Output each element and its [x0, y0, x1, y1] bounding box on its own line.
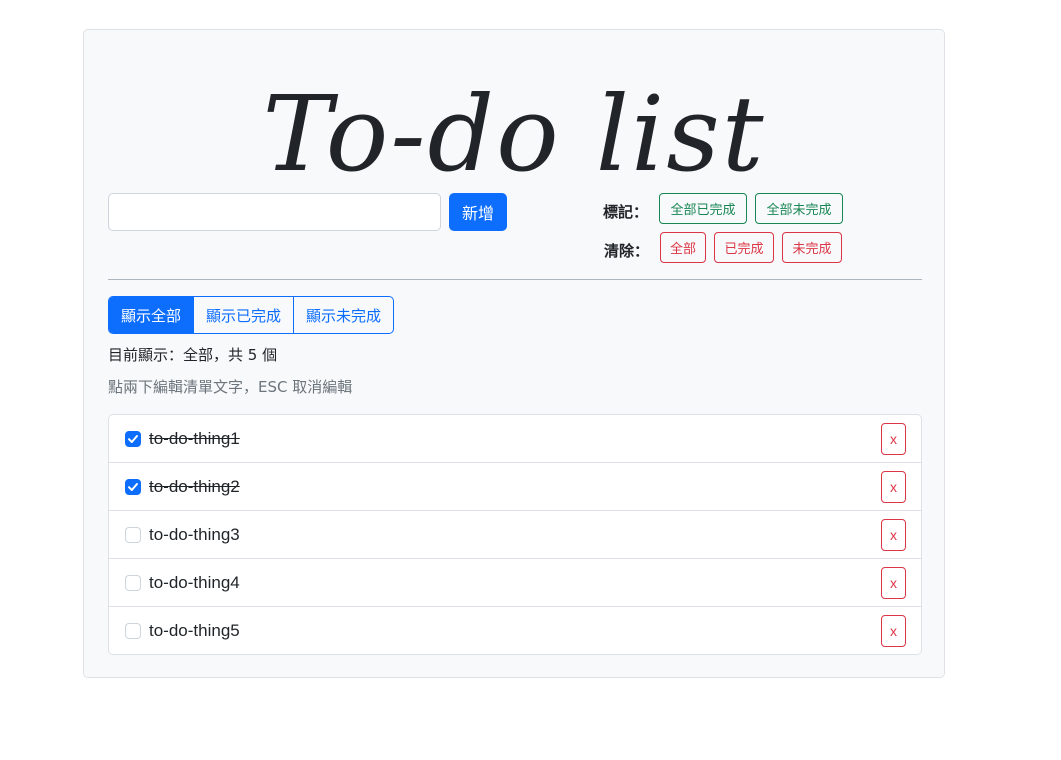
- list-item: to-do-thing2 x: [109, 462, 921, 510]
- list-item: to-do-thing1 x: [109, 415, 921, 462]
- todo-card: To-do list 新增 標記： 全部已完成 全部未完成 清除： 全部 已完成…: [83, 29, 945, 678]
- checkmark-icon: [128, 434, 138, 443]
- filter-button-group: 顯示全部 顯示已完成 顯示未完成: [108, 296, 395, 334]
- filter-all-button[interactable]: 顯示全部: [109, 297, 194, 333]
- done-checkbox[interactable]: [125, 430, 141, 447]
- delete-button[interactable]: x: [881, 614, 906, 647]
- item-text[interactable]: to-do-thing4: [149, 573, 240, 593]
- clear-label: 清除：: [604, 242, 650, 260]
- delete-button[interactable]: x: [881, 566, 906, 599]
- delete-button[interactable]: x: [881, 518, 906, 551]
- item-text[interactable]: to-do-thing3: [149, 525, 240, 545]
- item-text[interactable]: to-do-thing5: [149, 621, 240, 641]
- filter-undone-button[interactable]: 顯示未完成: [293, 297, 393, 333]
- done-checkbox[interactable]: [125, 622, 141, 639]
- page-title: To-do list: [262, 73, 766, 195]
- list-item: to-do-thing4 x: [109, 558, 921, 606]
- mark-all-undone-button[interactable]: 全部未完成: [755, 193, 843, 224]
- checkmark-icon: [128, 482, 138, 491]
- done-checkbox[interactable]: [125, 478, 141, 495]
- done-checkbox[interactable]: [125, 526, 141, 543]
- list-item: to-do-thing5 x: [109, 606, 921, 654]
- item-text[interactable]: to-do-thing1: [149, 429, 240, 449]
- status-text: 目前顯示：全部，共 5 個: [108, 346, 278, 364]
- hint-text: 點兩下編輯清單文字，ESC 取消編輯: [108, 378, 353, 396]
- delete-button[interactable]: x: [881, 422, 906, 455]
- item-text[interactable]: to-do-thing2: [149, 477, 240, 497]
- done-checkbox[interactable]: [125, 574, 141, 591]
- mark-label: 標記：: [603, 203, 649, 221]
- new-todo-input[interactable]: [108, 193, 441, 231]
- clear-all-button[interactable]: 全部: [660, 232, 706, 263]
- add-button[interactable]: 新增: [449, 193, 507, 231]
- todo-list: to-do-thing1 x to-do-thing2 x to-do-thin…: [108, 414, 922, 655]
- divider: [108, 279, 922, 280]
- clear-done-button[interactable]: 已完成: [714, 232, 774, 263]
- filter-done-button[interactable]: 顯示已完成: [193, 297, 293, 333]
- clear-undone-button[interactable]: 未完成: [782, 232, 842, 263]
- list-item: to-do-thing3 x: [109, 510, 921, 558]
- delete-button[interactable]: x: [881, 470, 906, 503]
- mark-all-done-button[interactable]: 全部已完成: [659, 193, 747, 224]
